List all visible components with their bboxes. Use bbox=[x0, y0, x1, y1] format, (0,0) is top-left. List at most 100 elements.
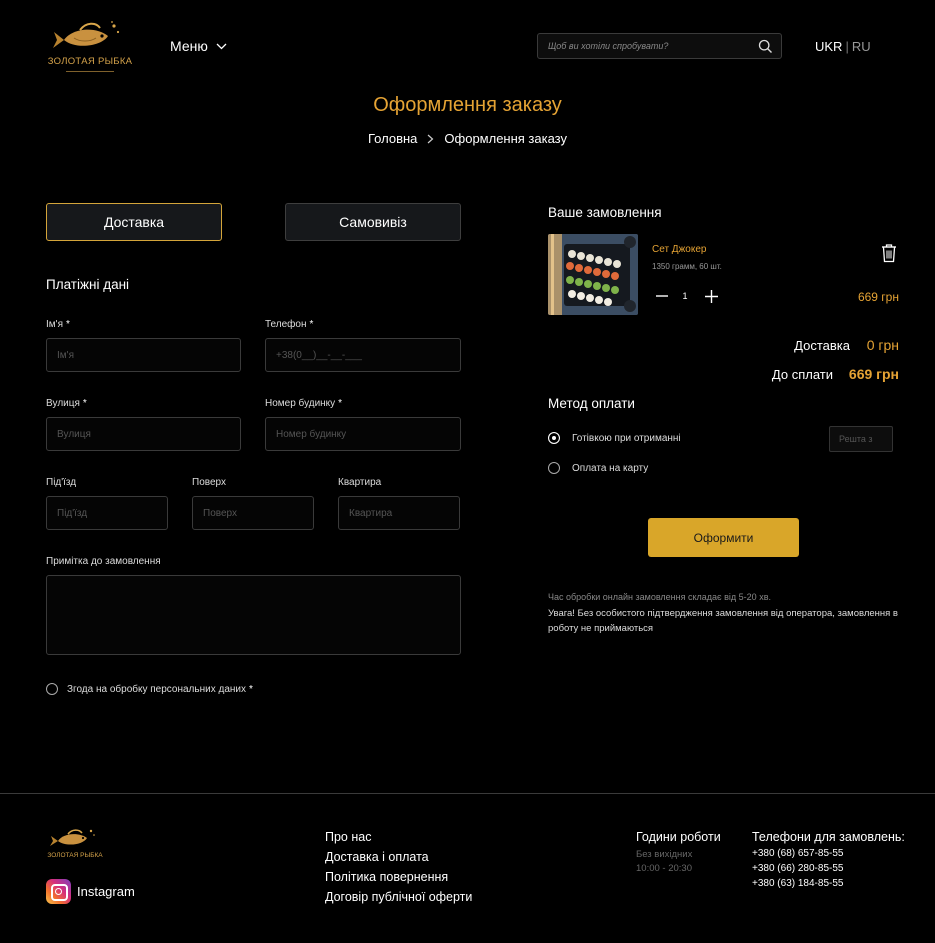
instagram-icon bbox=[46, 879, 71, 904]
trash-icon[interactable] bbox=[880, 243, 898, 263]
breadcrumb-current: Оформлення заказу bbox=[444, 131, 567, 146]
breadcrumb: Головна Оформлення заказу bbox=[0, 131, 935, 146]
language-switcher: UKR | RU bbox=[815, 39, 871, 54]
minus-icon[interactable] bbox=[655, 289, 669, 303]
apartment-field[interactable] bbox=[339, 497, 459, 529]
footer-link-offer[interactable]: Договір публічної оферти bbox=[325, 890, 472, 904]
product-name[interactable]: Сет Джокер bbox=[652, 244, 706, 255]
floor-field-wrap bbox=[192, 496, 314, 530]
house-label: Номер будинку * bbox=[265, 398, 342, 409]
hours-title: Години роботи bbox=[636, 830, 721, 844]
search-icon[interactable] bbox=[758, 39, 773, 54]
payment-option-card-label: Оплата на карту bbox=[572, 462, 649, 474]
tab-delivery[interactable]: Доставка bbox=[46, 203, 222, 241]
street-field-wrap bbox=[46, 417, 241, 451]
name-field-wrap bbox=[46, 338, 241, 372]
house-field-wrap bbox=[265, 417, 461, 451]
page-title: Оформлення заказу bbox=[373, 94, 562, 116]
logo-text: ЗОЛОТАЯ РЫБКА bbox=[47, 56, 133, 67]
street-label: Вулиця * bbox=[46, 398, 87, 409]
payment-radio-card[interactable] bbox=[548, 462, 560, 474]
change-from-field[interactable] bbox=[830, 427, 892, 451]
house-number-field[interactable] bbox=[266, 418, 460, 450]
phone-number[interactable]: +380 (63) 184-85-55 bbox=[752, 878, 843, 889]
instagram-label: Instagram bbox=[77, 884, 135, 899]
name-label-text: Ім'я bbox=[46, 319, 63, 330]
street-label-text: Вулиця bbox=[46, 398, 80, 409]
menu-button[interactable]: Меню bbox=[170, 38, 227, 54]
name-field[interactable] bbox=[47, 339, 240, 371]
floor-label: Поверх bbox=[192, 477, 226, 488]
street-field[interactable] bbox=[47, 418, 240, 450]
payment-method-title: Метод оплати bbox=[548, 396, 635, 411]
phone-number[interactable]: +380 (68) 657-85-55 bbox=[752, 848, 843, 859]
search-box bbox=[537, 33, 782, 59]
phone-number[interactable]: +380 (66) 280-85-55 bbox=[752, 863, 843, 874]
footer-link-delivery[interactable]: Доставка і оплата bbox=[325, 850, 472, 864]
note-field-wrap bbox=[46, 575, 461, 655]
required-mark: * bbox=[82, 398, 87, 409]
floor-field[interactable] bbox=[193, 497, 313, 529]
apartment-field-wrap bbox=[338, 496, 460, 530]
note-label: Примітка до замовлення bbox=[46, 556, 161, 567]
consent-checkbox[interactable] bbox=[46, 683, 58, 695]
consent-row: Згода на обробку персональних даних * bbox=[46, 683, 253, 695]
tab-pickup[interactable]: Самовивіз bbox=[285, 203, 461, 241]
phones-title: Телефони для замовлень: bbox=[752, 830, 905, 844]
hours-days: Без вихідних bbox=[636, 849, 693, 860]
delivery-cost-value: 0 грн bbox=[866, 337, 899, 353]
warning-note: Увага! Без особистого підтвердження замо… bbox=[548, 608, 898, 634]
processing-time-note: Час обробки онлайн замовлення складає ві… bbox=[548, 592, 771, 602]
total-label: До сплати bbox=[771, 367, 833, 382]
order-title: Ваше замовлення bbox=[548, 205, 662, 220]
fish-logo-icon bbox=[53, 21, 120, 48]
name-label: Ім'я * bbox=[46, 319, 70, 330]
footer-logo[interactable]: ЗОЛОТАЯ РЫБКА bbox=[46, 826, 104, 864]
logo-underline bbox=[66, 71, 114, 72]
footer-divider bbox=[0, 793, 935, 794]
change-field-wrap bbox=[829, 426, 893, 452]
product-image bbox=[548, 234, 638, 315]
consent-label-text: Згода на обробку персональних даних bbox=[67, 683, 246, 695]
order-note-field[interactable] bbox=[47, 576, 460, 654]
instagram-link[interactable]: Instagram bbox=[46, 879, 135, 904]
quantity-value: 1 bbox=[682, 291, 688, 301]
payment-option-cash[interactable]: Готівкою при отриманні bbox=[548, 432, 681, 444]
apartment-label: Квартира bbox=[338, 477, 382, 488]
menu-label: Меню bbox=[170, 38, 208, 54]
required-mark: * bbox=[338, 398, 343, 409]
footer-link-about[interactable]: Про нас bbox=[325, 830, 472, 844]
required-mark: * bbox=[248, 683, 253, 695]
payment-option-card[interactable]: Оплата на карту bbox=[548, 462, 648, 474]
phone-field-wrap bbox=[265, 338, 461, 372]
required-mark: * bbox=[309, 319, 314, 330]
billing-section-title: Платіжні дані bbox=[46, 277, 130, 292]
hours-time: 10:00 - 20:30 bbox=[636, 863, 692, 874]
plus-icon[interactable] bbox=[704, 289, 719, 304]
footer-logo-text: ЗОЛОТАЯ РЫБКА bbox=[47, 852, 103, 859]
payment-option-cash-label: Готівкою при отриманні bbox=[572, 432, 681, 444]
lang-ru[interactable]: RU bbox=[852, 39, 871, 54]
total-value: 669 грн bbox=[848, 366, 899, 382]
footer-link-returns[interactable]: Політика повернення bbox=[325, 870, 472, 884]
footer-links: Про нас Доставка і оплата Політика повер… bbox=[325, 830, 472, 904]
breadcrumb-home[interactable]: Головна bbox=[368, 131, 417, 146]
required-mark: * bbox=[65, 319, 70, 330]
item-price: 669 грн bbox=[857, 290, 899, 304]
entrance-field[interactable] bbox=[47, 497, 167, 529]
lang-ukr[interactable]: UKR bbox=[815, 39, 842, 54]
entrance-field-wrap bbox=[46, 496, 168, 530]
house-label-text: Номер будинку bbox=[265, 398, 336, 409]
search-input[interactable] bbox=[548, 38, 748, 54]
submit-order-button[interactable]: Оформити bbox=[648, 518, 799, 557]
chevron-down-icon bbox=[216, 43, 227, 49]
phone-field[interactable] bbox=[266, 339, 460, 371]
lang-separator: | bbox=[845, 39, 849, 54]
consent-label: Згода на обробку персональних даних * bbox=[67, 684, 253, 695]
entrance-label: Під'їзд bbox=[46, 477, 77, 488]
payment-radio-cash[interactable] bbox=[548, 432, 560, 444]
chevron-right-icon bbox=[428, 134, 434, 143]
phone-label-text: Телефон bbox=[265, 319, 307, 330]
logo[interactable]: ЗОЛОТАЯ РЫБКА bbox=[46, 18, 134, 74]
product-meta: 1350 грамм, 60 шт. bbox=[652, 262, 722, 271]
